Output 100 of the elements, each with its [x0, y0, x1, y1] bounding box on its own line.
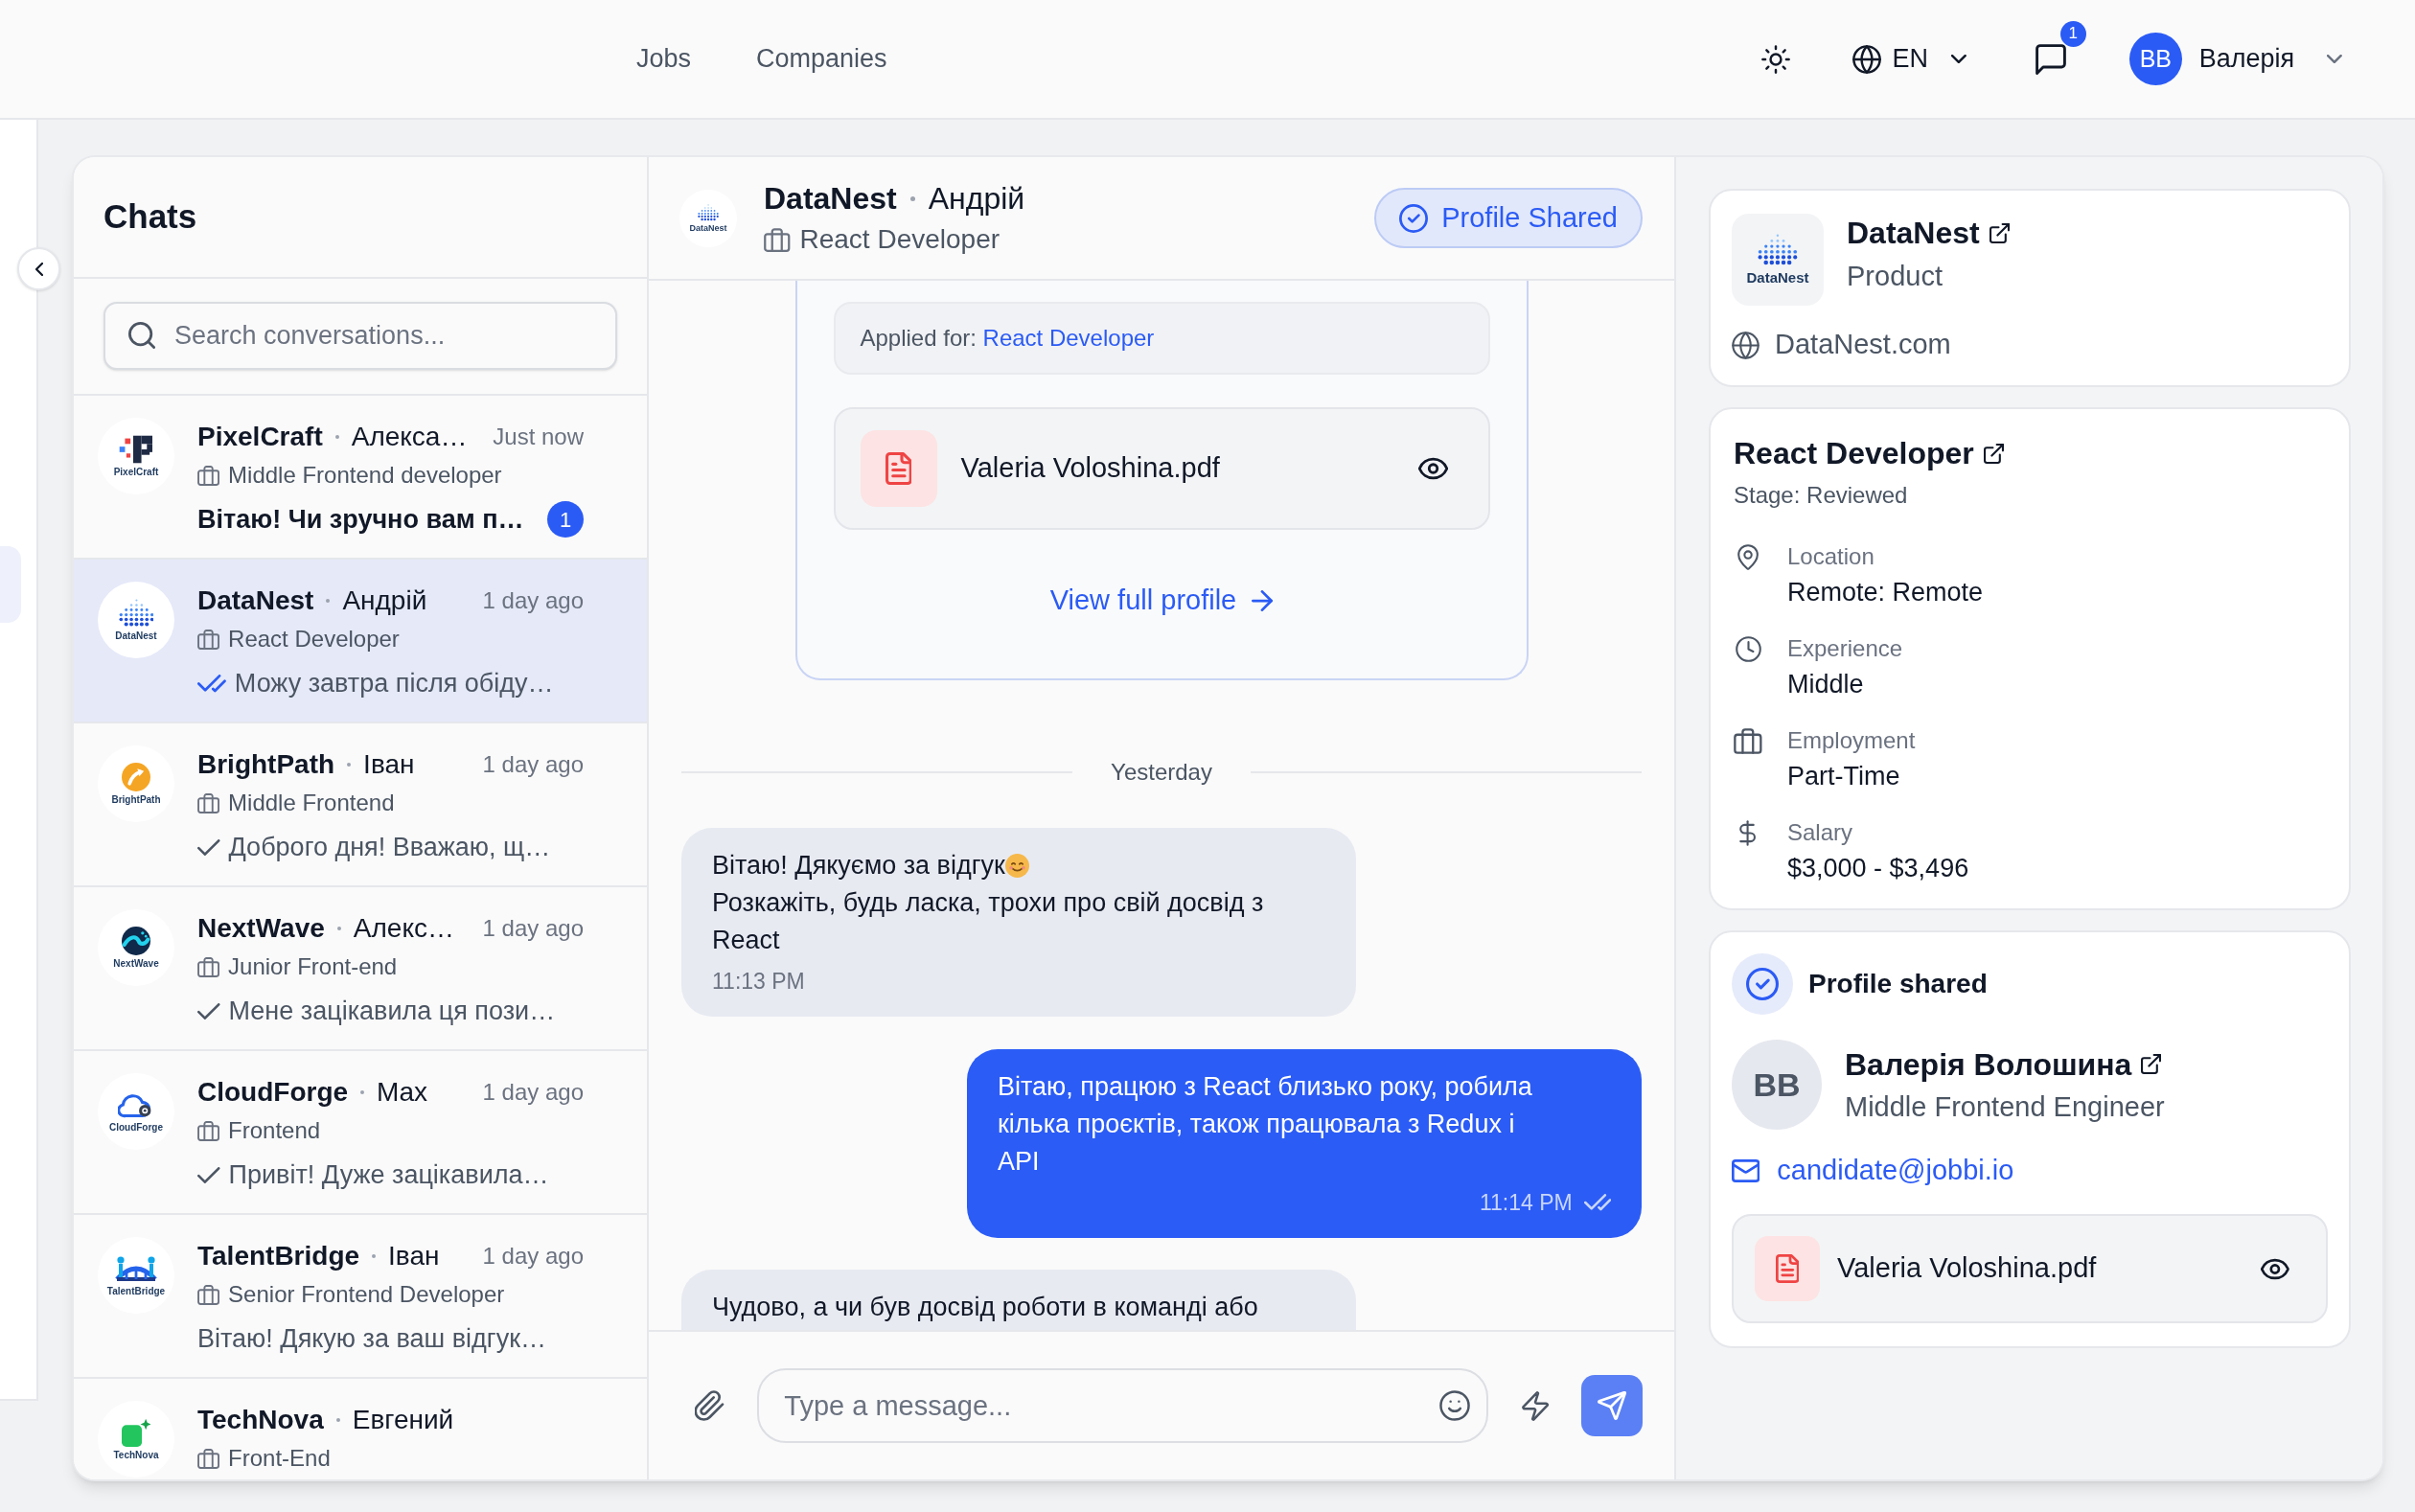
paperclip-icon[interactable]: [695, 1390, 725, 1421]
card-title: Profile shared: [1808, 968, 1988, 1000]
field-value: Remote: Remote: [1787, 577, 1984, 608]
company-category: Product: [1847, 260, 1944, 293]
message-text: Вітаю! Дякуємо за відгук: [712, 851, 1005, 880]
message-preview: Можу завтра після обіду…: [234, 667, 554, 699]
briefcase-icon: [197, 1284, 220, 1305]
logo-wordmark: DataNest: [1746, 270, 1809, 286]
message-time: 1 day ago: [481, 1242, 584, 1271]
job-stage: Stage: Reviewed: [1734, 481, 1908, 510]
contact-name: Андрій: [928, 180, 1025, 218]
field-value: Middle: [1787, 669, 1864, 700]
briefcase-icon: [197, 465, 220, 486]
chevron-down-icon: [2327, 55, 2342, 63]
clock-icon: [1735, 635, 1761, 662]
view-profile-link[interactable]: View full profile: [1049, 582, 1274, 620]
send-icon: [1598, 1391, 1626, 1420]
field-label: Experience: [1787, 634, 1903, 663]
logo-wordmark: DataNest: [115, 630, 157, 641]
file-name: Valeria Voloshina.pdf: [1837, 1251, 2097, 1286]
unread-badge: 1: [547, 501, 584, 538]
arrow-right-icon: [1252, 590, 1274, 611]
company-name: DataNest: [1847, 215, 1980, 252]
contact-name: Max: [377, 1076, 427, 1109]
nav-link[interactable]: Jobs: [623, 32, 705, 86]
search-icon: [128, 322, 155, 349]
nav-link[interactable]: Companies: [743, 32, 901, 86]
search-field[interactable]: Search conversations...: [104, 302, 617, 370]
user-menu-button[interactable]: BB Валерія: [2128, 33, 2342, 85]
company-name: DataNest: [197, 584, 314, 617]
briefcase-icon: [197, 792, 220, 813]
message-time: Just now: [492, 423, 584, 451]
candidate-headline: Middle Frontend Engineer: [1845, 1089, 2165, 1124]
dollar-sign-icon: [1739, 819, 1757, 846]
pixel-blocks-icon: [119, 435, 153, 464]
dot-pattern-icon: [1758, 234, 1798, 266]
chevron-left-icon: [34, 262, 43, 276]
message-input[interactable]: Type a message...: [757, 1368, 1488, 1443]
smiley-icon[interactable]: [1438, 1390, 1470, 1421]
logo-wordmark: TalentBridge: [106, 1286, 166, 1296]
briefcase-icon: [197, 629, 220, 650]
email-link[interactable]: candidate@jobbi.io: [1777, 1150, 2014, 1192]
message-time: 1 day ago: [481, 750, 584, 779]
file-attachment[interactable]: Valeria Voloshina.pdf: [833, 407, 1490, 530]
logo-wordmark: CloudForge: [108, 1122, 164, 1133]
job-title: Middle Frontend developer: [228, 461, 502, 490]
sun-icon[interactable]: [1760, 44, 1790, 74]
chevron-down-icon: [1951, 55, 1966, 63]
file-attachment[interactable]: Valeria Voloshina.pdf: [1732, 1214, 2328, 1323]
field-label: Employment: [1787, 726, 1916, 755]
message-time: 1 day ago: [481, 914, 584, 943]
message-time: 1 day ago: [481, 586, 584, 615]
message-text: Вітаю, працюю з React близько року, робила кілька проєктів, також працювала з Redux і API: [998, 1071, 1533, 1178]
candidate-name: Валерія Волошина: [1845, 1045, 2132, 1084]
message-text: Чудово, а чи був досвід роботи в команді або: [712, 1292, 1259, 1323]
logo-wordmark: PixelCraft: [113, 467, 159, 477]
dot-pattern-icon: [697, 203, 720, 221]
job-title: Middle Frontend: [228, 789, 395, 817]
contact-name: Іван: [363, 748, 415, 781]
language-button[interactable]: EN: [1852, 39, 1966, 79]
chat-list-item[interactable]: DataNest DataNest Андрій 1 day ago React Developer Можу завтра після обіду…: [74, 560, 647, 723]
contact-name: Андрій: [342, 584, 427, 617]
contact-name: Евгений: [352, 1404, 454, 1436]
external-link-icon[interactable]: [1989, 222, 2010, 243]
company-name: TechNova: [197, 1404, 324, 1436]
eye-icon[interactable]: [2261, 1257, 2289, 1280]
contact-name: Алекса…: [351, 421, 468, 453]
file-name: Valeria Voloshina.pdf: [960, 451, 1220, 486]
chats-title: Chats: [104, 196, 197, 238]
website-link[interactable]: DataNest.com: [1775, 324, 1951, 366]
logo-wordmark: TechNova: [113, 1450, 159, 1460]
contact-name: Іван: [388, 1240, 440, 1272]
eye-icon[interactable]: [1418, 457, 1449, 480]
job-link[interactable]: React Developer: [982, 325, 1155, 351]
briefcase-icon: [197, 1448, 220, 1469]
field-label: Salary: [1787, 818, 1853, 847]
briefcase-icon: [1734, 727, 1762, 754]
company-name: BrightPath: [197, 748, 335, 781]
job-title: Junior Front-end: [228, 952, 398, 981]
bridge-icon: [115, 1254, 157, 1283]
logo-wordmark: BrightPath: [111, 794, 161, 805]
field-value: $3,000 - $3,496: [1787, 853, 1969, 884]
document-icon: [1755, 1236, 1820, 1301]
lightning-icon[interactable]: [1521, 1390, 1549, 1421]
company-name: PixelCraft: [197, 421, 323, 453]
message-icon[interactable]: [2035, 43, 2066, 75]
mail-icon: [1732, 1159, 1760, 1182]
field-value: Part-Time: [1787, 761, 1900, 792]
field-label: Location: [1787, 542, 1874, 571]
job-title: Senior Frontend Developer: [228, 1280, 505, 1309]
message-preview: Доброго дня! Вважаю, щ…: [228, 831, 551, 863]
message-preview: Вітаю! Дякую за ваш відгук…: [197, 1322, 546, 1355]
user-avatar: BB: [2128, 33, 2182, 85]
map-pin-icon: [1736, 543, 1760, 570]
document-icon: [860, 430, 937, 507]
profile-shared-button[interactable]: Profile Shared: [1374, 188, 1643, 248]
candidate-avatar: BB: [1732, 1040, 1822, 1130]
external-link-icon[interactable]: [1983, 443, 2004, 464]
globe-icon: [1852, 44, 1881, 74]
external-link-icon[interactable]: [2141, 1054, 2162, 1074]
